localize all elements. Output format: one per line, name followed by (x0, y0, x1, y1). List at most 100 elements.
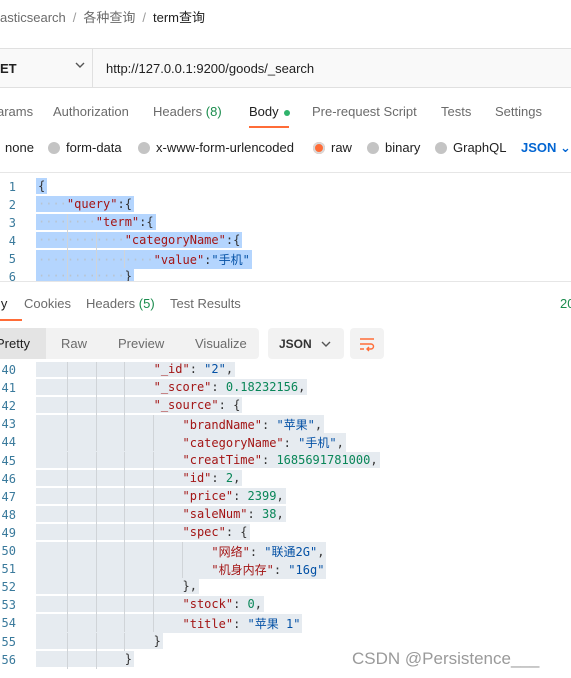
tab-pre-request-script[interactable]: Pre-request Script (312, 104, 417, 119)
tab-settings[interactable]: Settings (495, 104, 542, 119)
url-input[interactable]: http://127.0.0.1:9200/goods/_search (106, 61, 314, 76)
indent-guide (95, 451, 97, 470)
line-number: 51 (1, 562, 16, 577)
request-body-editor[interactable]: 1{2····"query":{3········"term":{4······… (0, 172, 571, 282)
indent-guide (95, 397, 97, 416)
wrap-lines-button[interactable] (350, 328, 384, 359)
indent-guide (153, 487, 155, 506)
radio-icon (48, 142, 60, 154)
tab-params[interactable]: arams (0, 104, 33, 119)
radio-selected-icon (313, 142, 325, 154)
radio-form-data[interactable]: form-data (48, 140, 122, 155)
breadcrumb-item[interactable]: 各种查询 (83, 10, 135, 25)
tab-label: Headers (86, 296, 136, 311)
line-number: 48 (1, 507, 16, 522)
indent-guide (124, 469, 126, 488)
code-token: } (153, 633, 161, 648)
code-token: { (38, 179, 46, 193)
indent-guide (95, 250, 97, 268)
view-preview[interactable]: Preview (118, 336, 164, 351)
response-body-viewer[interactable]: 40 "_id": "2", 41 "_score": 0.18232156, 42… (0, 362, 571, 678)
indent-guide (95, 469, 97, 488)
indent-guide (95, 596, 97, 615)
radio-urlencoded[interactable]: x-www-form-urlencoded (138, 140, 294, 155)
tab-authorization[interactable]: Authorization (53, 104, 129, 119)
indent-guide (124, 487, 126, 506)
breadcrumb-item[interactable]: asticsearch (0, 10, 66, 25)
breadcrumb: asticsearch / 各种查询 / term查询 (0, 10, 206, 25)
code-token: :{ (225, 233, 241, 247)
code-token: "value" (153, 253, 205, 267)
status-dot-icon (283, 109, 290, 116)
indent-guide (124, 250, 126, 268)
view-visualize[interactable]: Visualize (195, 336, 247, 351)
code-line: ····"query":{ (36, 196, 134, 212)
code-token: : (211, 470, 226, 485)
divider (92, 49, 93, 87)
indent-guide (95, 650, 97, 669)
chevron-down-icon (320, 338, 332, 353)
tab-cookies[interactable]: Cookies (24, 296, 71, 311)
indent-guide (124, 505, 126, 524)
line-number: 43 (1, 417, 16, 432)
indent-guide (153, 614, 155, 633)
code-token: "saleNum" (182, 506, 248, 521)
indent-guide (124, 397, 126, 416)
tab-body[interactable]: Body (249, 104, 290, 119)
line-number: 53 (1, 598, 16, 613)
code-token: "手机" (211, 253, 250, 267)
line-number: 55 (1, 634, 16, 649)
radio-graphql[interactable]: GraphQL (435, 140, 506, 155)
radio-none[interactable]: none (5, 140, 34, 155)
tab-response-body[interactable]: ly (0, 296, 7, 311)
indent-guide (66, 232, 68, 250)
code-line: "saleNum": 38, (36, 505, 286, 522)
code-token: "stock" (182, 597, 234, 612)
indent-guide (66, 578, 68, 597)
tab-label: Body (249, 104, 279, 119)
radio-raw[interactable]: raw (313, 140, 352, 155)
line-number: 52 (1, 580, 16, 595)
radio-binary[interactable]: binary (367, 140, 420, 155)
view-pretty[interactable]: Pretty (0, 336, 30, 351)
code-token: "手机" (298, 436, 337, 451)
code-token: : { (218, 398, 241, 413)
tab-response-headers[interactable]: Headers (5) (86, 296, 155, 311)
code-token: "title" (182, 617, 234, 632)
line-number: 47 (1, 489, 16, 504)
method-select[interactable]: ET (0, 61, 17, 76)
indent-guide (95, 523, 97, 542)
indent-guide (66, 250, 68, 268)
indent-guide (182, 560, 183, 579)
indent-guide (153, 596, 155, 615)
body-format-select[interactable]: JSON ⌄ (521, 140, 571, 156)
chevron-down-icon[interactable] (74, 59, 86, 74)
radio-label: x-www-form-urlencoded (156, 140, 294, 155)
radio-label: GraphQL (453, 140, 507, 155)
code-token: 0.18232156 (225, 380, 299, 395)
radio-label: raw (331, 140, 352, 155)
view-raw[interactable]: Raw (61, 336, 87, 351)
indent-guide (66, 542, 68, 561)
indent-guide (95, 487, 97, 506)
code-token: , (225, 362, 234, 376)
line-number: 56 (1, 652, 16, 667)
code-token: "网络" (211, 545, 250, 559)
response-format-select[interactable]: JSON (268, 328, 344, 359)
tab-test-results[interactable]: Test Results (170, 296, 241, 311)
tab-count: (8) (205, 104, 222, 119)
code-line: "_score": 0.18232156, (36, 379, 308, 396)
tab-headers[interactable]: Headers (8) (153, 104, 222, 119)
tab-tests[interactable]: Tests (441, 104, 471, 119)
code-line: }, (36, 578, 199, 595)
url-bar: ET http://127.0.0.1:9200/goods/_search (0, 48, 571, 88)
code-token: :{ (117, 197, 132, 211)
line-number: 3 (8, 216, 16, 230)
code-line: "stock": 0, (36, 596, 264, 613)
indent-guide (66, 560, 68, 579)
code-token: "联通2G" (264, 545, 318, 559)
code-token: }, (182, 579, 197, 594)
indent-guide (124, 415, 126, 434)
code-token: } (124, 269, 132, 282)
